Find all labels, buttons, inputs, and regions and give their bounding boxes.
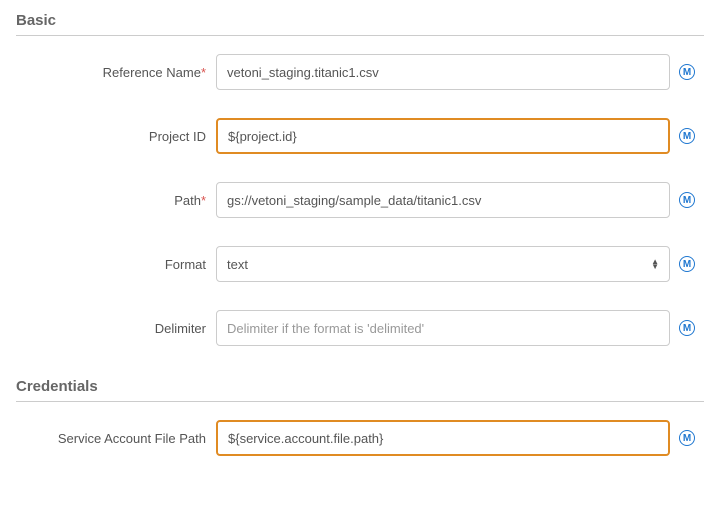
macro-icon[interactable]: M (679, 128, 695, 144)
label-text-reference-name: Reference Name (103, 65, 201, 80)
label-path: Path* (16, 193, 216, 208)
row-reference-name: Reference Name* M (16, 54, 704, 90)
select-arrows-icon: ▲▼ (651, 259, 659, 269)
macro-icon[interactable]: M (679, 256, 695, 272)
row-path: Path* M (16, 182, 704, 218)
label-format: Format (16, 257, 216, 272)
macro-icon[interactable]: M (679, 430, 695, 446)
row-project-id: Project ID M (16, 118, 704, 154)
label-text-path: Path (174, 193, 201, 208)
label-text-format: Format (165, 257, 206, 272)
reference-name-input[interactable] (216, 54, 670, 90)
row-service-account-file-path: Service Account File Path M (16, 420, 704, 456)
row-delimiter: Delimiter M (16, 310, 704, 346)
label-text-delimiter: Delimiter (155, 321, 206, 336)
delimiter-input[interactable] (216, 310, 670, 346)
section-header-basic: Basic (16, 12, 704, 36)
macro-icon[interactable]: M (679, 64, 695, 80)
section-header-credentials: Credentials (16, 378, 704, 402)
required-star: * (201, 193, 206, 208)
label-text-project-id: Project ID (149, 129, 206, 144)
label-reference-name: Reference Name* (16, 65, 216, 80)
label-delimiter: Delimiter (16, 321, 216, 336)
format-select[interactable]: text ▲▼ (216, 246, 670, 282)
label-service-account-file-path: Service Account File Path (16, 431, 216, 446)
label-project-id: Project ID (16, 129, 216, 144)
required-star: * (201, 65, 206, 80)
service-account-file-path-input[interactable] (216, 420, 670, 456)
label-text-service-account-file-path: Service Account File Path (58, 431, 206, 446)
row-format: Format text ▲▼ M (16, 246, 704, 282)
macro-icon[interactable]: M (679, 192, 695, 208)
path-input[interactable] (216, 182, 670, 218)
format-selected-value: text (227, 257, 248, 272)
macro-icon[interactable]: M (679, 320, 695, 336)
project-id-input[interactable] (216, 118, 670, 154)
